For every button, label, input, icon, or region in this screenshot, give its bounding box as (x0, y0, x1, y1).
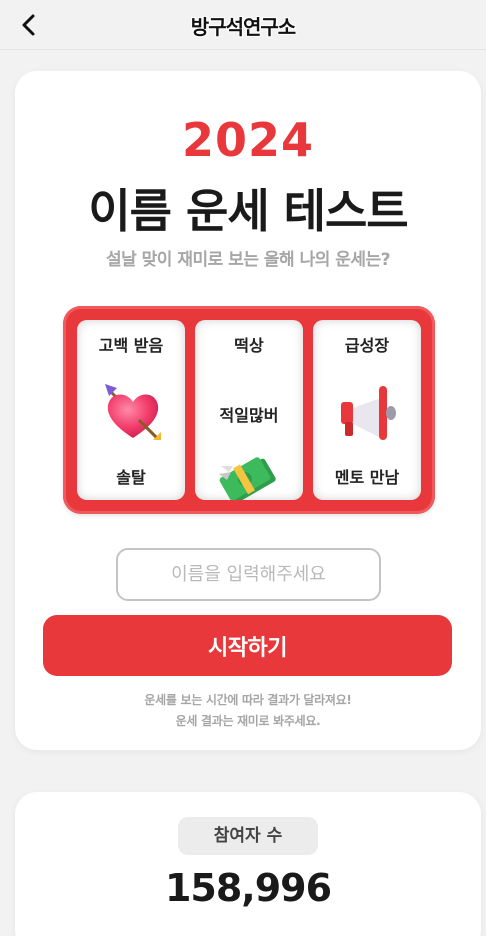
name-input[interactable] (116, 548, 381, 601)
reel-top-label: 급성장 (344, 336, 390, 355)
money-icon: $ (219, 457, 276, 500)
participants-label: 참여자 수 (178, 817, 318, 855)
main-card: 2024 이름 운세 테스트 설날 맞이 재미로 보는 올해 나의 운세는? 고… (15, 71, 481, 750)
heart-arrow-icon (105, 384, 161, 440)
notice-text-2: 운세 결과는 재미로 봐주세요. (175, 714, 321, 728)
start-button[interactable]: 시작하기 (43, 615, 452, 676)
reel-bottom-label: 솔탈 (116, 468, 146, 487)
reel-bottom-label: 멘토 만남 (334, 468, 400, 487)
top-bar: 방구석연구소 (0, 0, 486, 50)
megaphone-icon (341, 386, 396, 440)
slot-reel-1: 고백 받음 솔탈 (77, 320, 185, 500)
brand-logo: 방구석연구소 (190, 15, 296, 39)
reel-top-label: 떡상 (234, 336, 264, 355)
notice-text-1: 운세를 보는 시간에 따라 결과가 달라져요! (144, 693, 352, 707)
year-heading: 2024 (181, 113, 315, 167)
page-subtitle: 설날 맞이 재미로 보는 올해 나의 운세는? (105, 250, 391, 270)
participants-count: 158,996 (164, 866, 332, 910)
fortune-slot-machine: 고백 받음 솔탈 떡상 적일많버 급성장 멘토 만남 (63, 306, 435, 514)
slot-reel-3: 급성장 멘토 만남 (313, 320, 421, 500)
slot-reel-2: 떡상 적일많버 $ (195, 320, 303, 500)
participants-card: 참여자 수 158,996 (15, 792, 481, 936)
reel-middle-label: 적일많버 (219, 406, 279, 425)
page-title: 이름 운세 테스트 (88, 184, 408, 238)
reel-top-label: 고백 받음 (98, 336, 164, 355)
